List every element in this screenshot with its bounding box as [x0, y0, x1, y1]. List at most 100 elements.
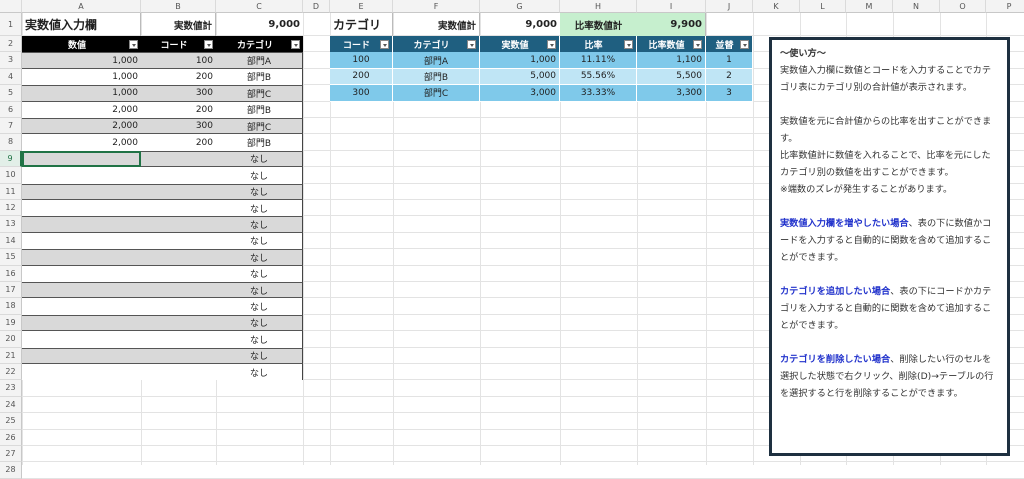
- input-cell[interactable]: [22, 298, 141, 315]
- filter-dropdown-icon[interactable]: [624, 39, 633, 49]
- input-cell[interactable]: [141, 364, 216, 381]
- input-cell[interactable]: [141, 282, 216, 299]
- column-header-H[interactable]: H: [560, 0, 637, 13]
- input-cell[interactable]: 部門C: [216, 118, 303, 135]
- input-cell[interactable]: [22, 249, 141, 266]
- input-cell[interactable]: 2,000: [22, 118, 141, 135]
- input-cell[interactable]: [141, 200, 216, 217]
- input-cell[interactable]: [141, 232, 216, 250]
- row-header-23[interactable]: 23: [0, 380, 22, 397]
- row-header-17[interactable]: 17: [0, 282, 22, 299]
- input-cell[interactable]: [141, 150, 216, 168]
- category-cell[interactable]: 1,000: [480, 52, 560, 69]
- category-cell[interactable]: 部門A: [393, 52, 480, 69]
- category-cell[interactable]: 1,100: [637, 52, 706, 69]
- input-cell[interactable]: なし: [216, 347, 303, 364]
- category-header-1[interactable]: カテゴリ: [393, 36, 480, 53]
- category-cell[interactable]: 5,500: [637, 68, 706, 86]
- input-cell[interactable]: 部門C: [216, 85, 303, 102]
- ratio-total-label[interactable]: 比率数値計: [560, 13, 637, 36]
- category-cell[interactable]: 11.11%: [560, 52, 637, 69]
- category-cell[interactable]: 3,000: [480, 85, 560, 102]
- input-cell[interactable]: [141, 183, 216, 200]
- row-header-5[interactable]: 5: [0, 85, 22, 102]
- row-header-16[interactable]: 16: [0, 265, 22, 282]
- column-header-P[interactable]: P: [986, 0, 1024, 13]
- input-cell[interactable]: [22, 232, 141, 250]
- input-cell[interactable]: 1,000: [22, 68, 141, 86]
- input-cell[interactable]: なし: [216, 282, 303, 299]
- input-cell[interactable]: [141, 331, 216, 348]
- input-cell[interactable]: 部門B: [216, 68, 303, 86]
- input-cell[interactable]: 300: [141, 85, 216, 102]
- input-cell[interactable]: [22, 200, 141, 217]
- row-header-13[interactable]: 13: [0, 216, 22, 233]
- input-cell[interactable]: なし: [216, 150, 303, 168]
- input-cell[interactable]: [22, 183, 141, 200]
- input-cell[interactable]: [22, 265, 141, 282]
- category-cell[interactable]: 100: [330, 52, 393, 69]
- filter-dropdown-icon[interactable]: [547, 39, 556, 49]
- row-header-27[interactable]: 27: [0, 446, 22, 463]
- select-all-corner[interactable]: [0, 0, 22, 13]
- category-cell[interactable]: 2: [706, 68, 753, 86]
- input-cell[interactable]: なし: [216, 364, 303, 381]
- category-cell[interactable]: 33.33%: [560, 85, 637, 102]
- row-header-20[interactable]: 20: [0, 331, 22, 348]
- input-table-title[interactable]: 実数値入力欄: [22, 13, 141, 36]
- category-cell[interactable]: 部門B: [393, 68, 480, 86]
- input-total-value[interactable]: 9,000: [216, 13, 303, 36]
- column-header-G[interactable]: G: [480, 0, 560, 13]
- row-header-3[interactable]: 3: [0, 52, 22, 69]
- input-cell[interactable]: [22, 216, 141, 233]
- category-cell[interactable]: 1: [706, 52, 753, 69]
- input-cell[interactable]: 部門A: [216, 52, 303, 69]
- filter-dropdown-icon[interactable]: [380, 39, 389, 49]
- input-cell[interactable]: なし: [216, 200, 303, 217]
- category-header-0[interactable]: コード: [330, 36, 393, 53]
- category-header-5[interactable]: 並替: [706, 36, 753, 53]
- column-header-I[interactable]: I: [637, 0, 706, 13]
- input-cell[interactable]: 部門B: [216, 101, 303, 118]
- input-cell[interactable]: 1,000: [22, 85, 141, 102]
- filter-dropdown-icon[interactable]: [129, 39, 138, 49]
- column-header-D[interactable]: D: [303, 0, 330, 13]
- input-cell[interactable]: [22, 364, 141, 381]
- filter-dropdown-icon[interactable]: [291, 39, 300, 49]
- row-header-1[interactable]: 1: [0, 13, 22, 36]
- column-header-O[interactable]: O: [940, 0, 986, 13]
- category-cell[interactable]: 5,000: [480, 68, 560, 86]
- row-header-24[interactable]: 24: [0, 396, 22, 414]
- ratio-total-input[interactable]: 9,900: [637, 13, 706, 36]
- category-header-4[interactable]: 比率数値: [637, 36, 706, 53]
- input-cell[interactable]: 1,000: [22, 52, 141, 69]
- column-header-J[interactable]: J: [706, 0, 753, 13]
- input-cell[interactable]: なし: [216, 167, 303, 184]
- usage-note-textbox[interactable]: ～使い方～ 実数値入力欄に数値とコードを入力することでカテゴリ表にカテゴリ別の合…: [769, 37, 1010, 456]
- category-cell[interactable]: 300: [330, 85, 393, 102]
- sort-filter-icon[interactable]: [740, 39, 749, 49]
- column-header-A[interactable]: A: [22, 0, 141, 13]
- row-header-26[interactable]: 26: [0, 429, 22, 446]
- input-cell[interactable]: なし: [216, 249, 303, 266]
- input-header-2[interactable]: カテゴリ: [216, 36, 303, 53]
- input-cell[interactable]: [22, 282, 141, 299]
- category-total-label[interactable]: 実数値計: [393, 13, 480, 36]
- row-header-18[interactable]: 18: [0, 298, 22, 315]
- row-header-21[interactable]: 21: [0, 347, 22, 364]
- column-header-N[interactable]: N: [893, 0, 940, 13]
- row-header-25[interactable]: 25: [0, 413, 22, 430]
- input-cell[interactable]: [22, 167, 141, 184]
- category-cell[interactable]: 3,300: [637, 85, 706, 102]
- input-cell[interactable]: 200: [141, 68, 216, 86]
- category-total-value[interactable]: 9,000: [480, 13, 560, 36]
- column-header-K[interactable]: K: [753, 0, 800, 13]
- filter-dropdown-icon[interactable]: [467, 39, 476, 49]
- column-header-F[interactable]: F: [393, 0, 480, 13]
- row-header-19[interactable]: 19: [0, 314, 22, 332]
- row-header-22[interactable]: 22: [0, 364, 22, 381]
- input-header-1[interactable]: コード: [141, 36, 216, 53]
- category-header-3[interactable]: 比率: [560, 36, 637, 53]
- input-cell[interactable]: 2,000: [22, 101, 141, 118]
- input-cell[interactable]: なし: [216, 298, 303, 315]
